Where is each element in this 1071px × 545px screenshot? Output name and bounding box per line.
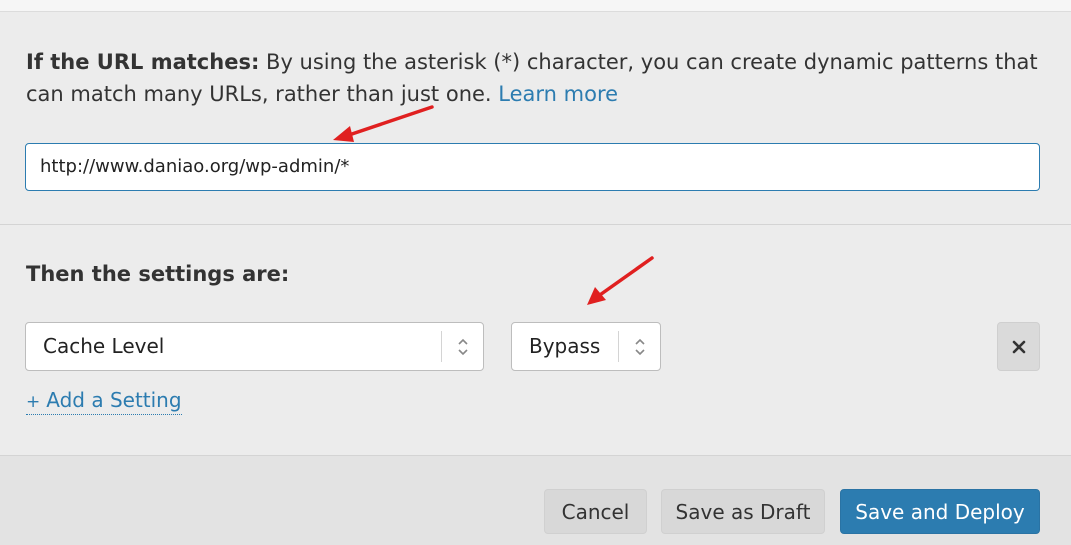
- close-icon: [1012, 340, 1025, 353]
- learn-more-link[interactable]: Learn more: [498, 82, 618, 106]
- url-match-description: If the URL matches: By using the asteris…: [26, 46, 1046, 110]
- setting-type-select[interactable]: Cache Level: [25, 322, 484, 371]
- add-setting-link[interactable]: + Add a Setting: [26, 388, 182, 415]
- top-strip: [0, 0, 1071, 12]
- save-draft-button[interactable]: Save as Draft: [661, 489, 825, 534]
- save-deploy-button[interactable]: Save and Deploy: [840, 489, 1040, 534]
- url-pattern-input[interactable]: http://www.daniao.org/wp-admin/*: [25, 143, 1040, 191]
- url-match-label: If the URL matches:: [26, 50, 260, 74]
- footer-actions: Cancel Save as Draft Save and Deploy: [0, 456, 1071, 545]
- settings-section: Then the settings are: Cache Level Bypas…: [0, 226, 1071, 456]
- add-setting-label: Add a Setting: [46, 388, 182, 412]
- settings-heading: Then the settings are:: [26, 262, 290, 286]
- cancel-button[interactable]: Cancel: [544, 489, 647, 534]
- setting-value-select[interactable]: Bypass: [511, 322, 661, 371]
- select-updown-icon: [618, 331, 660, 362]
- url-match-section: If the URL matches: By using the asteris…: [0, 12, 1071, 225]
- plus-icon: +: [26, 392, 41, 412]
- select-updown-icon: [441, 331, 483, 362]
- setting-value-text: Bypass: [529, 334, 601, 358]
- setting-type-value: Cache Level: [43, 334, 165, 358]
- remove-setting-button[interactable]: [997, 322, 1040, 371]
